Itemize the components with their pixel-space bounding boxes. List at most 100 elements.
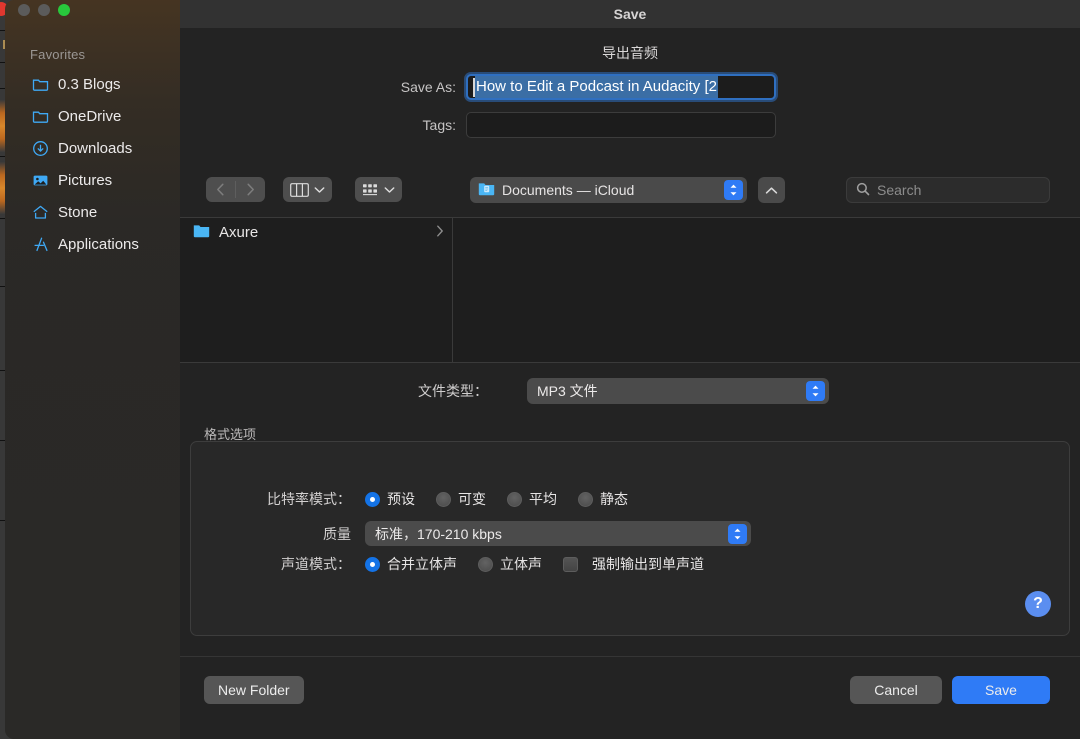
bitrate-option-label: 静态	[600, 491, 628, 507]
force-mono-label: 强制输出到单声道	[592, 556, 704, 572]
tags-row: Tags:	[366, 112, 776, 138]
file-browser[interactable]: Axure	[180, 217, 1080, 363]
download-circle-icon	[32, 140, 49, 157]
bitrate-radio-preset[interactable]	[365, 491, 380, 507]
navigation-segmented-control	[206, 177, 265, 202]
save-button[interactable]: Save	[952, 676, 1050, 704]
bitrate-mode-label: 比特率模式：	[267, 491, 351, 507]
documents-folder-icon	[478, 181, 495, 199]
channel-option-label: 立体声	[500, 556, 542, 572]
chevron-up-down-icon	[734, 528, 741, 540]
file-type-label: 文件类型：	[418, 383, 488, 399]
sidebar-item-pictures[interactable]: Pictures	[5, 164, 180, 196]
dialog-footer: New Folder Cancel Save	[180, 656, 1080, 739]
bitrate-option-label: 可变	[458, 491, 486, 507]
sidebar-section-header: Favorites	[30, 47, 86, 62]
title-bar: Save	[180, 0, 1080, 28]
close-button[interactable]	[18, 4, 30, 16]
view-mode-button[interactable]	[283, 177, 332, 202]
chevron-right-icon	[247, 183, 254, 196]
zoom-button[interactable]	[58, 4, 70, 16]
quality-label: 质量	[323, 525, 351, 542]
sheet-title: 导出音频	[602, 45, 658, 61]
sidebar-item-onedrive[interactable]: OneDrive	[5, 100, 180, 132]
path-popup-button[interactable]: Documents — iCloud	[470, 177, 747, 203]
picture-icon	[32, 172, 49, 189]
popup-stepper-arrows	[728, 524, 747, 544]
search-placeholder: Search	[877, 182, 922, 198]
list-item[interactable]: Axure	[180, 218, 452, 246]
go-up-button[interactable]	[758, 177, 785, 203]
bitrate-option-label: 预设	[387, 491, 415, 507]
bitrate-mode-row: 比特率模式： 预设 可变 平均 静态	[233, 489, 642, 509]
sidebar-item-label: OneDrive	[58, 107, 122, 125]
sidebar-item-applications[interactable]: Applications	[5, 228, 180, 260]
save-dialog: Favorites 0.3 Blogs OneDrive Downloads P…	[0, 0, 1080, 739]
path-label: Documents — iCloud	[502, 182, 635, 198]
bitrate-option-label: 平均	[529, 491, 557, 507]
bitrate-radio-constant[interactable]	[578, 491, 593, 507]
save-as-input[interactable]: How to Edit a Podcast in Audacity [2	[466, 74, 776, 100]
quality-select[interactable]: 标准，170-210 kbps	[365, 521, 751, 546]
browser-column-2[interactable]	[453, 218, 1080, 362]
save-as-value: How to Edit a Podcast in Audacity [2	[475, 76, 718, 98]
chevron-up-down-icon	[812, 385, 819, 397]
browser-column-1[interactable]: Axure	[180, 218, 453, 362]
save-as-label: Save As:	[400, 79, 456, 95]
sidebar-item-stone[interactable]: Stone	[5, 196, 180, 228]
minimize-button[interactable]	[38, 4, 50, 16]
folder-icon	[193, 223, 210, 242]
search-field[interactable]: Search	[846, 177, 1050, 203]
bitrate-radio-average[interactable]	[507, 491, 522, 507]
bitrate-radio-group: 预设 可变 平均 静态	[365, 489, 642, 509]
chevron-left-icon	[217, 183, 224, 196]
group-by-button[interactable]	[355, 177, 402, 202]
sidebar-item-label: Applications	[58, 235, 139, 253]
header-zone: 导出音频 Save As: How to Edit a Podcast in A…	[180, 28, 1080, 166]
sidebar-item-label: Stone	[58, 203, 98, 221]
channel-radio-group: 合并立体声 立体声 强制输出到单声道	[365, 554, 718, 574]
window-controls	[18, 4, 70, 16]
sidebar-item-downloads[interactable]: Downloads	[5, 132, 180, 164]
cancel-button[interactable]: Cancel	[850, 676, 942, 704]
popup-stepper-arrows	[806, 381, 825, 401]
tags-input[interactable]	[466, 112, 776, 138]
channel-mode-row: 声道模式： 合并立体声 立体声 强制输出到单声道	[233, 554, 718, 574]
group-view-icon	[363, 183, 377, 195]
column-view-icon	[290, 182, 309, 197]
chevron-down-icon	[384, 186, 395, 193]
format-options-group: 比特率模式： 预设 可变 平均 静态 质量 标准，170-210 kbps 声道…	[190, 441, 1070, 636]
sidebar-item-0-3-blogs[interactable]: 0.3 Blogs	[5, 68, 180, 100]
help-button[interactable]: ?	[1025, 591, 1051, 617]
list-item-label: Axure	[219, 223, 259, 241]
sidebar-list: 0.3 Blogs OneDrive Downloads Pictures St…	[5, 68, 180, 260]
force-mono-checkbox[interactable]	[563, 556, 578, 572]
sidebar-item-label: 0.3 Blogs	[58, 75, 121, 93]
sidebar-item-label: Pictures	[58, 171, 113, 189]
chevron-down-icon	[314, 186, 325, 193]
dialog-main-panel: Save 导出音频 Save As: How to Edit a Podcast…	[180, 0, 1080, 739]
file-type-value: MP3 文件	[537, 383, 598, 399]
browser-toolbar: Documents — iCloud Search	[180, 168, 1080, 212]
file-type-select[interactable]: MP3 文件	[527, 378, 829, 404]
folder-icon	[32, 76, 49, 93]
channel-option-label: 合并立体声	[387, 556, 457, 572]
file-type-row: 文件类型： MP3 文件	[180, 363, 1080, 419]
channel-radio-stereo[interactable]	[478, 556, 493, 572]
back-button[interactable]	[206, 177, 235, 202]
popup-stepper-arrows	[724, 180, 743, 200]
new-folder-button[interactable]: New Folder	[204, 676, 304, 704]
bitrate-radio-variable[interactable]	[436, 491, 451, 507]
chevron-right-icon	[436, 225, 444, 240]
folder-icon	[32, 108, 49, 125]
channel-mode-label: 声道模式：	[281, 556, 351, 572]
tags-label: Tags:	[422, 117, 456, 133]
home-icon	[32, 204, 49, 221]
window-title: Save	[613, 6, 647, 22]
search-icon	[856, 182, 870, 199]
forward-button[interactable]	[236, 177, 265, 202]
channel-radio-joint-stereo[interactable]	[365, 556, 380, 572]
quality-row: 质量 标准，170-210 kbps	[233, 521, 751, 546]
chevron-up-down-icon	[730, 184, 737, 196]
quality-value: 标准，170-210 kbps	[375, 525, 502, 542]
